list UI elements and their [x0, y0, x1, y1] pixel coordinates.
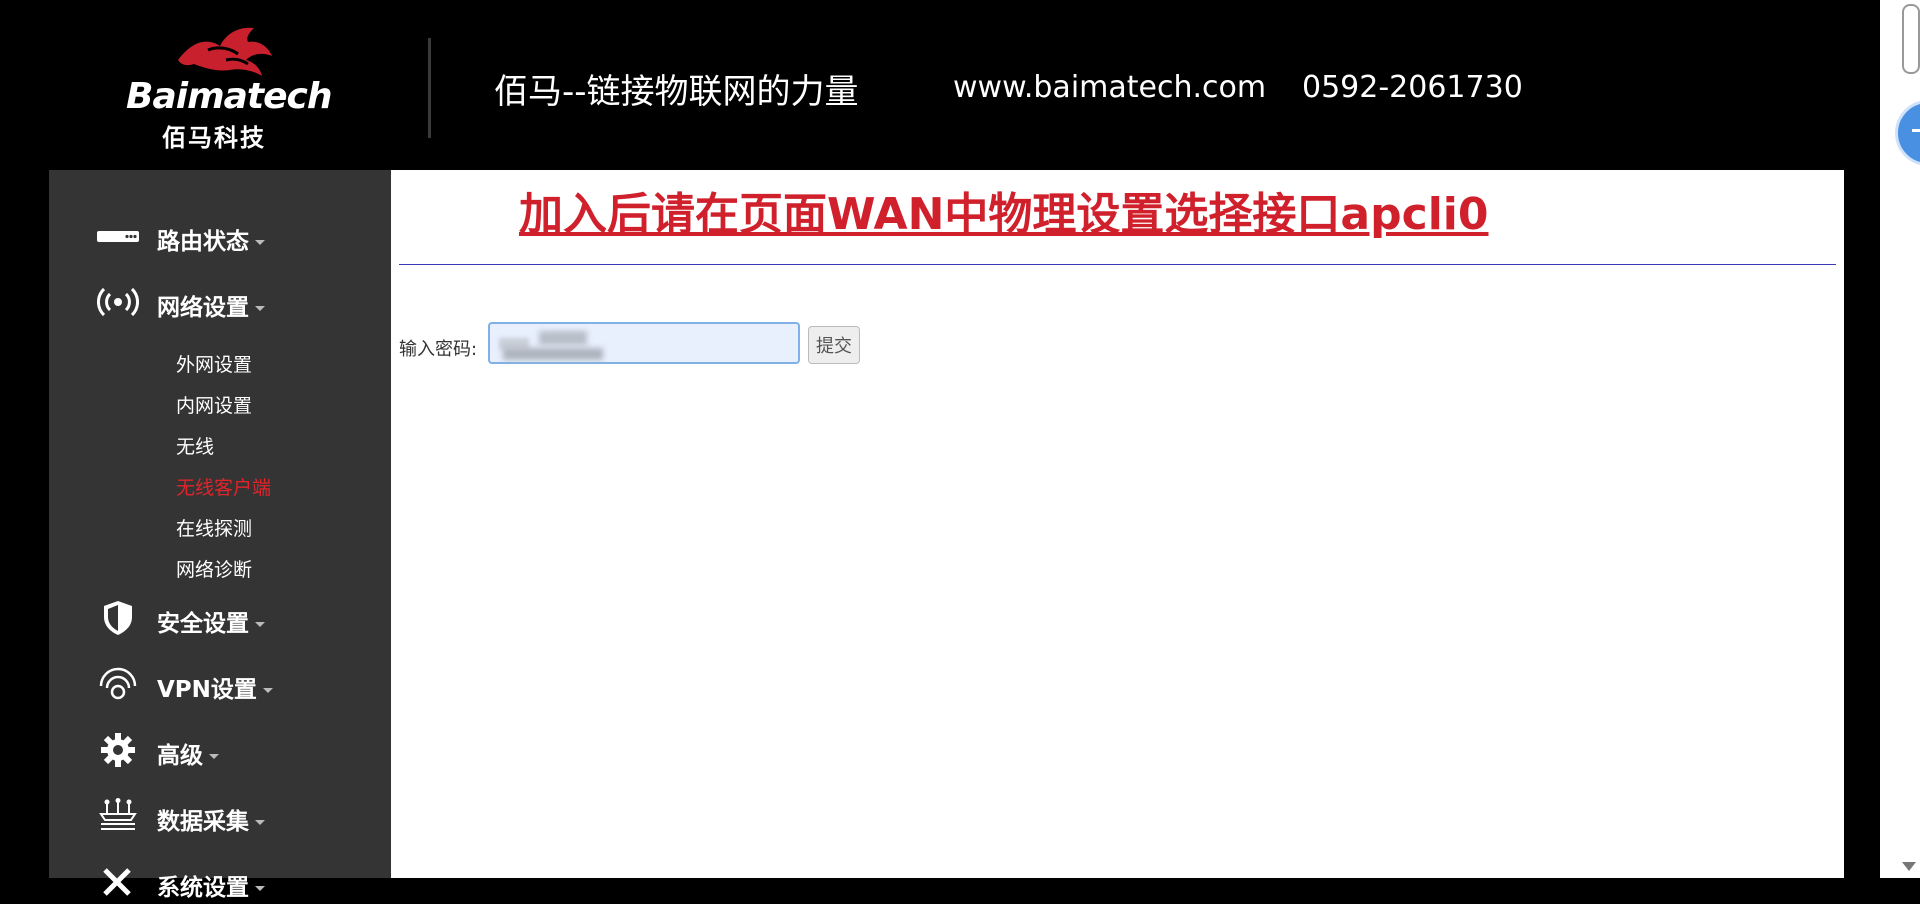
chevron-down-icon: [255, 622, 265, 627]
chevron-down-icon: [255, 820, 265, 825]
submit-button[interactable]: 提交: [808, 326, 860, 364]
sidebar-item-system-settings[interactable]: 系统设置: [49, 860, 391, 904]
vpn-icon: [99, 667, 137, 700]
baimatech-logo[interactable]: Baimatech 佰马科技: [118, 20, 332, 152]
scrollbar-thumb[interactable]: [1902, 4, 1920, 74]
header-slogan: 佰马--链接物联网的力量: [494, 72, 859, 112]
minus-icon: [1912, 129, 1920, 132]
sidebar-item-advanced[interactable]: 高级: [49, 728, 391, 772]
scroll-down-arrow-icon[interactable]: [1902, 862, 1916, 871]
sidebar-item-network-settings[interactable]: 网络设置: [49, 280, 391, 324]
header-website: www.baimatech.com: [953, 70, 1267, 105]
chevron-down-icon: [255, 306, 265, 311]
sidebar-item-label: 安全设置: [157, 604, 265, 638]
sidebar-item-vpn[interactable]: VPN设置: [49, 662, 391, 706]
sidebar-subitem-network-diagnosis[interactable]: 网络诊断: [176, 555, 252, 582]
logo-wordmark: Baimatech: [126, 76, 332, 117]
sidebar-subitem-wireless-client[interactable]: 无线客户端: [176, 473, 271, 500]
header-divider: [428, 38, 431, 138]
data-collect-icon: [99, 798, 137, 830]
redacted-mark: [503, 348, 603, 360]
notice-heading: 加入后请在页面WAN中物理设置选择接口apcli0: [519, 189, 1489, 240]
main-content: 加入后请在页面WAN中物理设置选择接口apcli0 输入密码: 提交: [391, 170, 1844, 878]
sidebar-subitem-wireless[interactable]: 无线: [176, 432, 214, 459]
chevron-down-icon: [255, 886, 265, 891]
sidebar-item-label: VPN设置: [157, 670, 273, 704]
tools-icon: [103, 868, 131, 896]
sidebar-item-data-collection[interactable]: 数据采集: [49, 794, 391, 838]
sidebar-subitem-online-detect[interactable]: 在线探测: [176, 514, 252, 541]
router-icon: [97, 231, 139, 242]
shield-icon: [104, 601, 132, 635]
horse-logo-icon: [178, 27, 272, 77]
wireless-signal-icon: [97, 287, 139, 317]
sidebar-item-label: 路由状态: [157, 222, 265, 256]
chevron-down-icon: [209, 754, 219, 759]
gear-icon: [101, 733, 135, 767]
sidebar-subitem-lan[interactable]: 内网设置: [176, 391, 252, 418]
chevron-down-icon: [262, 688, 273, 693]
right-margin: [1844, 170, 1880, 878]
sidebar-item-label: 高级: [157, 736, 219, 770]
header-phone: 0592-2061730: [1302, 70, 1523, 105]
header: Baimatech 佰马科技 佰马--链接物联网的力量 www.baimatec…: [0, 0, 1880, 170]
chevron-down-icon: [255, 240, 265, 245]
redacted-mark: [539, 331, 587, 345]
sidebar-item-label: 网络设置: [157, 288, 265, 322]
content-divider: [399, 264, 1836, 265]
sidebar-item-label: 数据采集: [157, 802, 265, 836]
sidebar-item-router-status[interactable]: 路由状态: [49, 214, 391, 258]
password-label: 输入密码:: [399, 339, 478, 360]
sidebar: 路由状态 网络设置 外网设置 内网设置 无线 无线客户端 在线探测 网络诊断 安…: [49, 170, 391, 901]
sidebar-subitem-wan[interactable]: 外网设置: [176, 350, 252, 377]
sidebar-item-security[interactable]: 安全设置: [49, 596, 391, 640]
sidebar-item-label: 系统设置: [157, 868, 265, 902]
logo-chinese-name: 佰马科技: [162, 124, 266, 152]
